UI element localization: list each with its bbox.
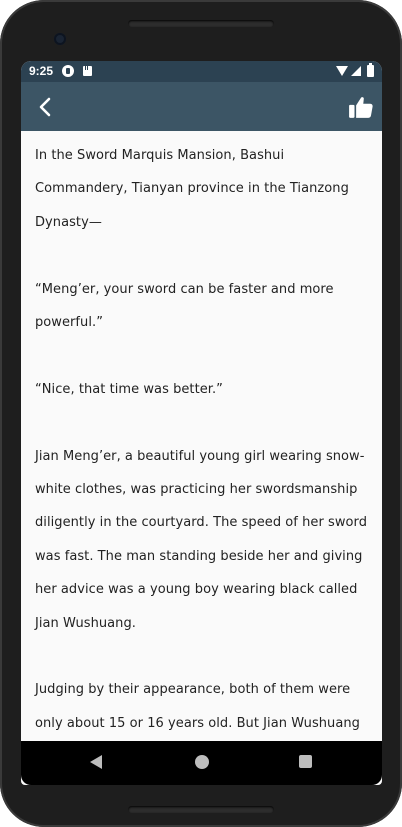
sd-card-icon	[83, 66, 92, 76]
screen: 9:25 In the Sword Marquis Mansion, Bashu	[21, 61, 382, 785]
status-time: 9:25	[29, 64, 54, 78]
paragraph: “Nice, that time was better.”	[35, 381, 223, 397]
nav-recents-icon[interactable]	[299, 755, 312, 768]
thumbs-up-icon	[349, 97, 373, 118]
earpiece-speaker	[128, 20, 274, 27]
phone-frame: 9:25 In the Sword Marquis Mansion, Bashu	[0, 0, 402, 827]
paragraph: Judging by their appearance, both of the…	[35, 682, 360, 731]
battery-icon	[367, 63, 374, 77]
like-button[interactable]	[348, 95, 374, 119]
paragraph: “Meng’er, your sword can be faster and m…	[35, 281, 334, 331]
nav-home-icon[interactable]	[195, 755, 209, 769]
paragraph: In the Sword Marquis Mansion, Bashui Com…	[35, 148, 349, 230]
bottom-speaker	[128, 806, 274, 813]
signal-icon	[351, 66, 361, 76]
nav-back-icon[interactable]	[90, 755, 102, 769]
status-bar: 9:25	[21, 61, 382, 82]
navigation-bar	[21, 741, 382, 785]
back-button[interactable]	[33, 94, 59, 120]
wifi-icon	[336, 66, 348, 76]
app-bar	[21, 82, 382, 131]
paragraph: Jian Meng’er, a beautiful young girl wea…	[35, 448, 368, 631]
front-camera	[54, 33, 66, 45]
app-notification-icon	[62, 65, 74, 77]
chevron-left-icon	[39, 97, 51, 117]
chapter-text[interactable]: In the Sword Marquis Mansion, Bashui Com…	[21, 131, 382, 785]
